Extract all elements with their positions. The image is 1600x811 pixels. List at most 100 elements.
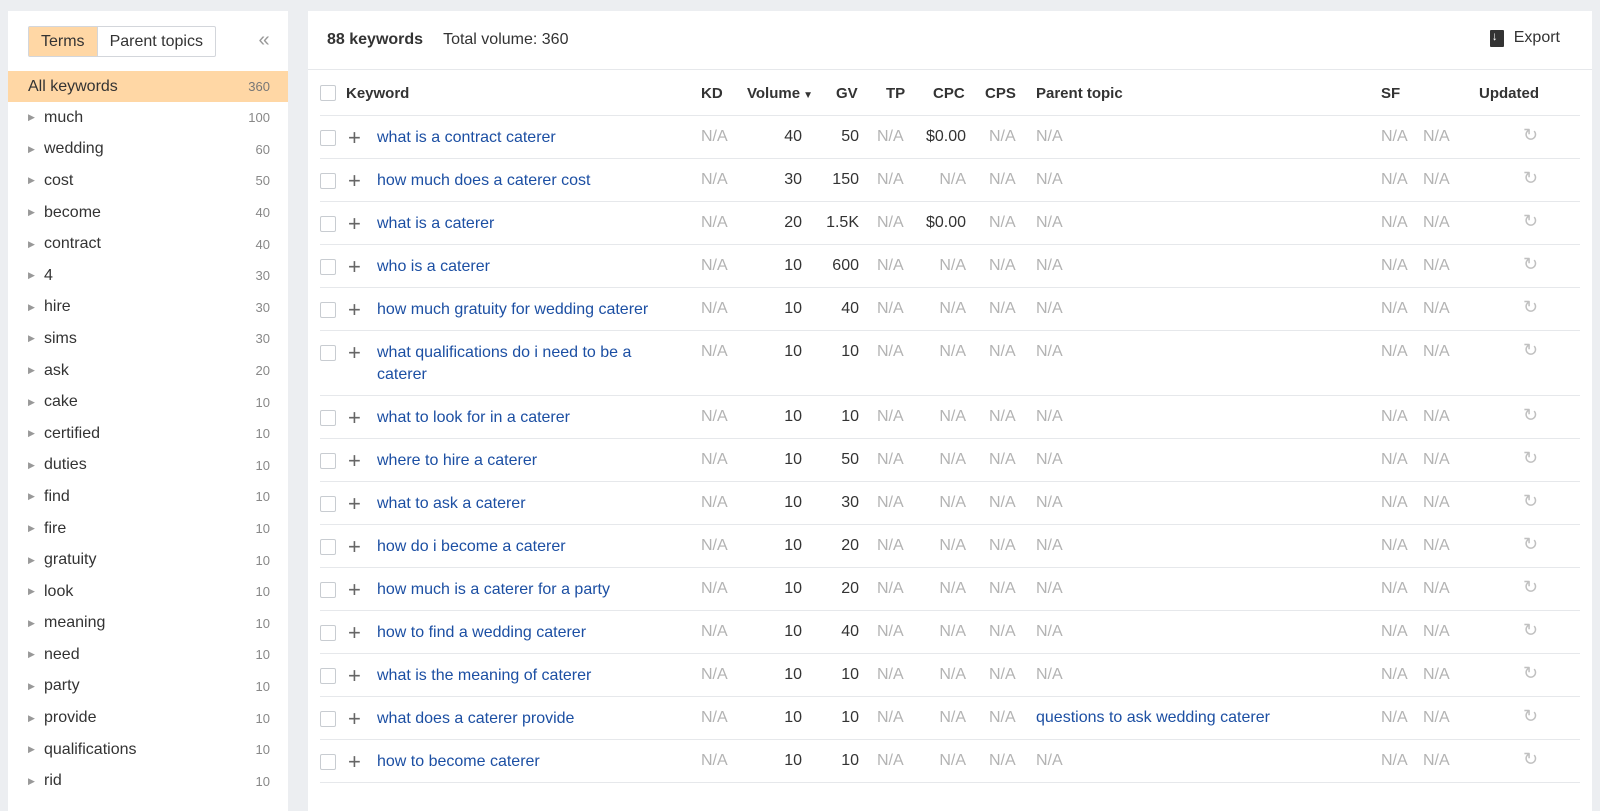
expand-caret-icon[interactable]: ▶	[28, 776, 44, 787]
keyword-link[interactable]: how much is a caterer for a party	[377, 579, 667, 601]
add-to-list-icon[interactable]: +	[348, 127, 361, 149]
row-checkbox[interactable]	[320, 711, 336, 727]
row-checkbox[interactable]	[320, 130, 336, 146]
keyword-group-item[interactable]: ▶ find 10	[8, 481, 288, 513]
add-to-list-icon[interactable]: +	[348, 299, 361, 321]
refresh-icon[interactable]: ↻	[1523, 706, 1538, 727]
keyword-group-item[interactable]: ▶ 4 30	[8, 260, 288, 292]
keyword-group-item[interactable]: ▶ contract 40	[8, 228, 288, 260]
all-keywords-item[interactable]: All keywords 360	[8, 71, 288, 102]
add-to-list-icon[interactable]: +	[348, 751, 361, 773]
keyword-group-item[interactable]: ▶ hire 30	[8, 292, 288, 324]
expand-caret-icon[interactable]: ▶	[28, 365, 44, 376]
keyword-link[interactable]: what is a contract caterer	[377, 127, 667, 149]
refresh-icon[interactable]: ↻	[1523, 749, 1538, 770]
expand-caret-icon[interactable]: ▶	[28, 333, 44, 344]
keyword-group-item[interactable]: ▶ look 10	[8, 576, 288, 608]
expand-caret-icon[interactable]: ▶	[28, 681, 44, 692]
refresh-icon[interactable]: ↻	[1523, 340, 1538, 361]
row-checkbox[interactable]	[320, 302, 336, 318]
row-checkbox[interactable]	[320, 259, 336, 275]
keyword-link[interactable]: what does a caterer provide	[377, 708, 667, 730]
expand-caret-icon[interactable]: ▶	[28, 175, 44, 186]
expand-caret-icon[interactable]: ▶	[28, 207, 44, 218]
keyword-group-item[interactable]: ▶ certified 10	[8, 418, 288, 450]
keyword-group-item[interactable]: ▶ much 100	[8, 102, 288, 134]
keyword-group-item[interactable]: ▶ sims 30	[8, 323, 288, 355]
export-button[interactable]: Export	[1489, 29, 1560, 47]
keyword-group-item[interactable]: ▶ qualifications 10	[8, 734, 288, 766]
refresh-icon[interactable]: ↻	[1523, 577, 1538, 598]
keyword-link[interactable]: how to become caterer	[377, 751, 667, 773]
refresh-icon[interactable]: ↻	[1523, 534, 1538, 555]
keyword-link[interactable]: what to ask a caterer	[377, 493, 667, 515]
col-cps[interactable]: CPS	[985, 85, 1016, 102]
keyword-link[interactable]: what qualifications do i need to be a ca…	[377, 342, 667, 386]
keyword-group-item[interactable]: ▶ gratuity 10	[8, 544, 288, 576]
keyword-group-item[interactable]: ▶ cost 50	[8, 165, 288, 197]
expand-caret-icon[interactable]: ▶	[28, 239, 44, 250]
row-checkbox[interactable]	[320, 625, 336, 641]
expand-caret-icon[interactable]: ▶	[28, 302, 44, 313]
keyword-group-item[interactable]: ▶ provide 10	[8, 702, 288, 734]
keyword-group-item[interactable]: ▶ become 40	[8, 197, 288, 229]
col-parent-topic[interactable]: Parent topic	[1036, 85, 1123, 102]
expand-caret-icon[interactable]: ▶	[28, 491, 44, 502]
col-kd[interactable]: KD	[701, 85, 723, 102]
col-tp[interactable]: TP	[886, 85, 905, 102]
refresh-icon[interactable]: ↻	[1523, 491, 1538, 512]
keyword-group-item[interactable]: ▶ rid 10	[8, 765, 288, 797]
collapse-sidebar-icon[interactable]: «	[252, 28, 276, 52]
add-to-list-icon[interactable]: +	[348, 708, 361, 730]
add-to-list-icon[interactable]: +	[348, 450, 361, 472]
select-all-checkbox[interactable]	[320, 85, 336, 101]
col-keyword[interactable]: Keyword	[346, 85, 409, 102]
tab-terms[interactable]: Terms	[29, 27, 98, 56]
refresh-icon[interactable]: ↻	[1523, 168, 1538, 189]
expand-caret-icon[interactable]: ▶	[28, 428, 44, 439]
row-checkbox[interactable]	[320, 496, 336, 512]
row-checkbox[interactable]	[320, 754, 336, 770]
add-to-list-icon[interactable]: +	[348, 407, 361, 429]
keyword-link[interactable]: where to hire a caterer	[377, 450, 667, 472]
expand-caret-icon[interactable]: ▶	[28, 586, 44, 597]
add-to-list-icon[interactable]: +	[348, 622, 361, 644]
col-volume[interactable]: Volume ▼	[747, 85, 813, 102]
keyword-group-item[interactable]: ▶ wedding 60	[8, 134, 288, 166]
expand-caret-icon[interactable]: ▶	[28, 555, 44, 566]
row-checkbox[interactable]	[320, 539, 336, 555]
col-updated[interactable]: Updated	[1479, 85, 1539, 102]
keyword-link[interactable]: what is the meaning of caterer	[377, 665, 667, 687]
keyword-group-item[interactable]: ▶ ask 20	[8, 355, 288, 387]
add-to-list-icon[interactable]: +	[348, 342, 361, 364]
keyword-link[interactable]: what to look for in a caterer	[377, 407, 667, 429]
add-to-list-icon[interactable]: +	[348, 493, 361, 515]
col-sf[interactable]: SF	[1381, 85, 1400, 102]
add-to-list-icon[interactable]: +	[348, 256, 361, 278]
col-gv[interactable]: GV	[836, 85, 858, 102]
refresh-icon[interactable]: ↻	[1523, 663, 1538, 684]
keyword-link[interactable]: how do i become a caterer	[377, 536, 667, 558]
keyword-link[interactable]: who is a caterer	[377, 256, 667, 278]
keyword-link[interactable]: what is a caterer	[377, 213, 667, 235]
refresh-icon[interactable]: ↻	[1523, 125, 1538, 146]
keyword-link[interactable]: how much gratuity for wedding caterer	[377, 299, 667, 321]
expand-caret-icon[interactable]: ▶	[28, 270, 44, 281]
refresh-icon[interactable]: ↻	[1523, 448, 1538, 469]
row-checkbox[interactable]	[320, 668, 336, 684]
add-to-list-icon[interactable]: +	[348, 579, 361, 601]
add-to-list-icon[interactable]: +	[348, 170, 361, 192]
refresh-icon[interactable]: ↻	[1523, 254, 1538, 275]
expand-caret-icon[interactable]: ▶	[28, 744, 44, 755]
expand-caret-icon[interactable]: ▶	[28, 713, 44, 724]
expand-caret-icon[interactable]: ▶	[28, 618, 44, 629]
row-checkbox[interactable]	[320, 173, 336, 189]
row-checkbox[interactable]	[320, 582, 336, 598]
refresh-icon[interactable]: ↻	[1523, 620, 1538, 641]
keyword-link[interactable]: how to find a wedding caterer	[377, 622, 667, 644]
tab-parent-topics[interactable]: Parent topics	[98, 27, 215, 56]
refresh-icon[interactable]: ↻	[1523, 297, 1538, 318]
expand-caret-icon[interactable]: ▶	[28, 397, 44, 408]
keyword-group-item[interactable]: ▶ fire 10	[8, 513, 288, 545]
keyword-group-item[interactable]: ▶ party 10	[8, 671, 288, 703]
